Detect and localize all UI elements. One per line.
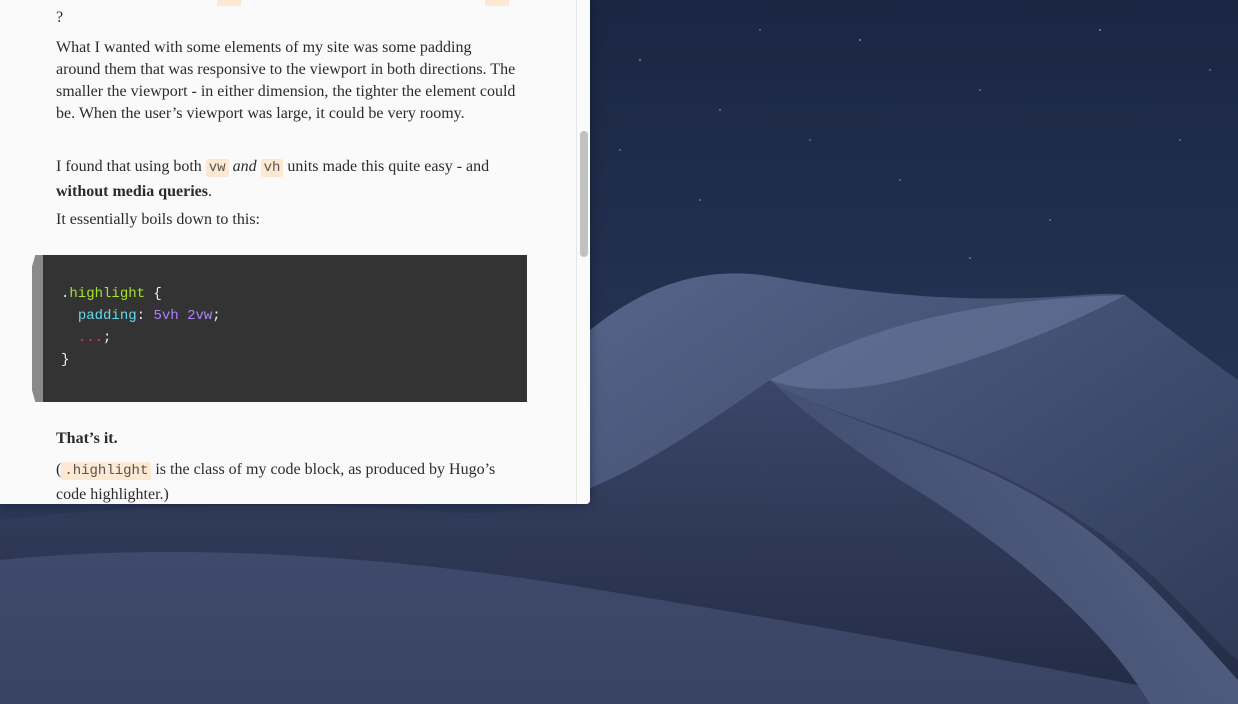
paragraph-text: I found that using both bbox=[56, 158, 206, 175]
article-content: ? What I wanted with some elements of my… bbox=[0, 0, 576, 504]
strong-text: without media queries bbox=[56, 183, 208, 200]
paragraph-units: I found that using both vw and vh units … bbox=[56, 155, 518, 204]
code-ellipsis: ... bbox=[77, 330, 104, 346]
question-mark-fragment: ? bbox=[56, 9, 64, 26]
code-punct: } bbox=[61, 352, 70, 368]
paragraph-boils-down: It essentially boils down to this: bbox=[56, 211, 260, 228]
code-value: 2vw bbox=[187, 308, 213, 324]
code-listing: .highlight { padding: 5vh 2vw; ...; } bbox=[61, 283, 221, 371]
code-value: 5vh bbox=[153, 308, 179, 324]
inline-code-vw: vw bbox=[205, 159, 229, 177]
code-punct: ; bbox=[212, 308, 221, 324]
code-property: padding bbox=[77, 308, 137, 324]
scrollbar-thumb[interactable] bbox=[580, 131, 588, 257]
inline-code-highlight: .highlight bbox=[61, 462, 152, 480]
code-block-edge bbox=[32, 255, 43, 402]
paragraph-thats-it: That’s it. bbox=[56, 430, 118, 447]
code-punct: : bbox=[136, 308, 154, 324]
emphasis-text: and bbox=[232, 158, 257, 175]
code-selector: highlight bbox=[69, 286, 146, 302]
inline-code-cutoff bbox=[217, 0, 241, 6]
code-punct: { bbox=[145, 286, 162, 302]
paragraph-text: . bbox=[208, 183, 212, 200]
paragraph-highlight-class: (.highlight is the class of my code bloc… bbox=[56, 458, 506, 504]
code-block-body: .highlight { padding: 5vh 2vw; ...; } bbox=[43, 255, 527, 402]
paragraph-intro: What I wanted with some elements of my s… bbox=[56, 39, 516, 122]
code-punct: ; bbox=[103, 330, 112, 346]
inline-code-cutoff bbox=[485, 0, 509, 6]
browser-window: ? What I wanted with some elements of my… bbox=[0, 0, 590, 504]
code-block: .highlight { padding: 5vh 2vw; ...; } bbox=[32, 255, 527, 402]
vertical-scrollbar[interactable] bbox=[576, 0, 590, 504]
inline-code-vh: vh bbox=[260, 159, 284, 177]
paragraph-text: units made this quite easy - and bbox=[283, 158, 490, 175]
